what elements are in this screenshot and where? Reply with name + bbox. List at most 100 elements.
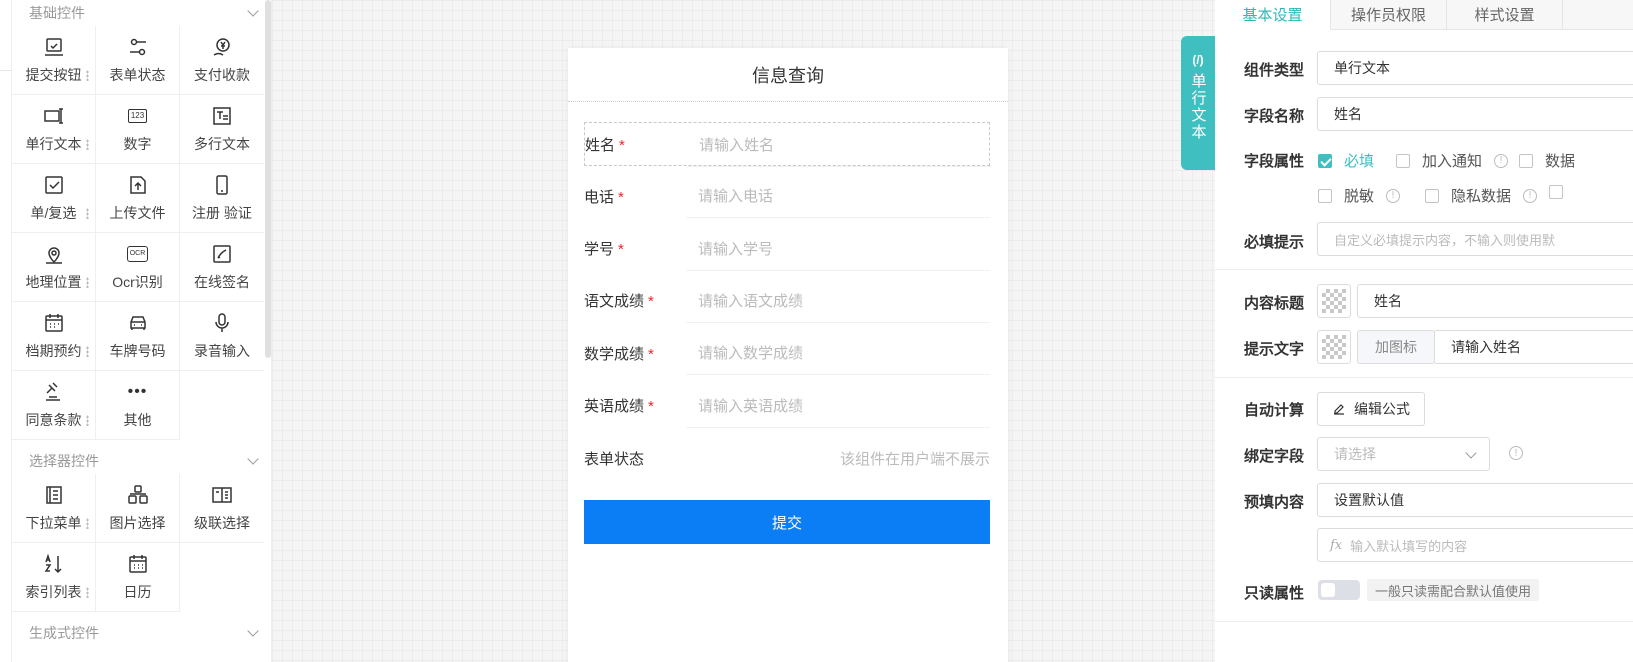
tab-style-settings[interactable]: 样式设置 bbox=[1447, 0, 1563, 29]
palette-item[interactable]: OCR Ocr识别 bbox=[96, 233, 180, 302]
palette-item-label: 录音输入 bbox=[194, 343, 250, 359]
required-hint-input[interactable]: 自定义必填提示内容，不输入则使用默 bbox=[1317, 222, 1633, 256]
section-header-generated[interactable]: 生成式控件 bbox=[12, 620, 271, 646]
data-checkbox[interactable]: 数据 bbox=[1519, 150, 1575, 171]
form-field-input[interactable]: 请输入数学成绩 bbox=[686, 331, 990, 376]
info-icon[interactable]: ! bbox=[1386, 188, 1401, 203]
drag-handle-icon[interactable] bbox=[86, 518, 89, 529]
form-status-row[interactable]: 表单状态 该组件在用户端不展示 bbox=[584, 436, 990, 480]
required-hint-label: 必填提示 bbox=[1244, 234, 1305, 251]
drag-handle-icon[interactable] bbox=[86, 415, 89, 426]
form-field-input[interactable]: 请输入学号 bbox=[686, 227, 990, 271]
add-icon-button[interactable]: 加图标 bbox=[1357, 330, 1435, 364]
form-field-row[interactable]: 数学成绩 * 请输入数学成绩 bbox=[584, 331, 990, 376]
section-header-selector[interactable]: 选择器控件 bbox=[12, 448, 271, 474]
required-mark: * bbox=[618, 241, 624, 259]
title-color-picker[interactable] bbox=[1317, 284, 1351, 318]
option-label: 必填 bbox=[1344, 153, 1375, 170]
private-data-checkbox[interactable]: 隐私数据 ! bbox=[1425, 185, 1538, 206]
palette-item[interactable]: 单/复选 bbox=[12, 164, 96, 233]
tab-operator-permissions[interactable]: 操作员权限 bbox=[1331, 0, 1447, 29]
edit-formula-button[interactable]: 编辑公式 bbox=[1317, 392, 1425, 426]
hint-text-input[interactable]: 请输入姓名 bbox=[1434, 330, 1633, 364]
prefill-select[interactable]: 设置默认值 bbox=[1317, 483, 1633, 517]
submit-button[interactable]: 提交 bbox=[584, 500, 990, 544]
section-header-basic[interactable]: 基础控件 bbox=[12, 0, 271, 26]
design-canvas: 信息查询 姓名 * 请输入姓名 电话 * 请输入电话 学号 * 请输入学号 语文成绩 * 请输入语文成… bbox=[272, 0, 1215, 662]
form-field-input[interactable]: 请输入姓名 bbox=[687, 123, 991, 167]
form-field-row[interactable]: 电话 * 请输入电话 bbox=[584, 174, 990, 219]
component-type-select[interactable]: 单行文本 bbox=[1317, 51, 1633, 85]
prefill-label: 预填内容 bbox=[1244, 494, 1305, 511]
required-mark: * bbox=[618, 188, 624, 206]
palette-item[interactable]: 档期预约 bbox=[12, 302, 96, 371]
drag-handle-icon[interactable] bbox=[86, 70, 89, 81]
drag-handle-icon[interactable] bbox=[86, 139, 89, 150]
form-field-row[interactable]: 学号 * 请输入学号 bbox=[584, 227, 990, 271]
form-field-label: 学号 * bbox=[584, 241, 624, 259]
form-field-input[interactable]: 请输入英语成绩 bbox=[686, 384, 990, 428]
palette-item[interactable]: 级联选择 bbox=[180, 474, 264, 543]
chevron-down-icon bbox=[247, 625, 259, 637]
form-status-hint: 该组件在用户端不展示 bbox=[839, 450, 990, 468]
drag-handle-icon[interactable] bbox=[86, 208, 89, 219]
palette-item[interactable]: 下拉菜单 bbox=[12, 474, 96, 543]
field-name-input[interactable]: 姓名 bbox=[1317, 97, 1633, 131]
notify-checkbox[interactable]: 加入通知 ! bbox=[1396, 150, 1509, 171]
checkbox-icon bbox=[1425, 188, 1439, 203]
palette-item[interactable]: 地理位置 bbox=[12, 233, 96, 302]
button-label: 编辑公式 bbox=[1354, 401, 1410, 417]
form-field-label: 姓名 * bbox=[585, 136, 625, 154]
drag-handle-icon[interactable] bbox=[86, 346, 89, 357]
content-title-input[interactable]: 姓名 bbox=[1357, 284, 1633, 318]
palette-item[interactable]: 在线签名 bbox=[180, 233, 264, 302]
form-field-row[interactable]: 姓名 * 请输入姓名 bbox=[584, 122, 991, 167]
prefill-formula-input[interactable]: fx 输入默认填写的内容 bbox=[1317, 528, 1633, 562]
info-icon[interactable]: ! bbox=[1494, 153, 1509, 168]
component-palette: 基础控件 提交按钮 表单状态 支付收款单行文本 123 数字 多行文本单/复选 上传文件 注册… bbox=[12, 0, 272, 662]
hint-color-picker[interactable] bbox=[1317, 330, 1351, 364]
form-field-input[interactable]: 请输入语文成绩 bbox=[686, 279, 990, 323]
palette-item[interactable]: 单行文本 bbox=[12, 95, 96, 164]
palette-scrollbar[interactable] bbox=[265, 0, 271, 358]
option-label: 加入通知 bbox=[1422, 153, 1483, 170]
palette-item[interactable]: 表单状态 bbox=[96, 26, 180, 95]
drag-handle-icon[interactable] bbox=[86, 587, 89, 598]
form-preview: 信息查询 姓名 * 请输入姓名 电话 * 请输入电话 学号 * 请输入学号 语文成绩 * 请输入语文成… bbox=[568, 48, 1008, 662]
chevron-down-icon bbox=[247, 453, 259, 465]
select-placeholder: 请选择 bbox=[1334, 446, 1376, 462]
palette-item[interactable]: 注册 验证 bbox=[180, 164, 264, 233]
palette-item[interactable]: 日历 bbox=[96, 543, 180, 612]
form-field-row[interactable]: 语文成绩 * 请输入语文成绩 bbox=[584, 279, 990, 323]
required-checkbox[interactable]: 必填 bbox=[1318, 150, 1374, 171]
checkbox-icon bbox=[1519, 153, 1533, 168]
palette-item[interactable]: 录音输入 bbox=[180, 302, 264, 371]
palette-item[interactable]: 同意条款 bbox=[12, 371, 96, 440]
auto-calc-label: 自动计算 bbox=[1244, 402, 1305, 419]
form-field-row[interactable]: 英语成绩 * 请输入英语成绩 bbox=[584, 384, 990, 428]
palette-item[interactable]: ••• 其他 bbox=[96, 371, 180, 440]
palette-item[interactable]: 123 数字 bbox=[96, 95, 180, 164]
divider bbox=[1215, 377, 1633, 378]
palette-item[interactable]: 车牌号码 bbox=[96, 302, 180, 371]
bind-field-select[interactable]: 请选择 bbox=[1317, 437, 1490, 471]
info-icon[interactable]: ! bbox=[1523, 188, 1538, 203]
palette-item[interactable]: 多行文本 bbox=[180, 95, 264, 164]
palette-item[interactable]: 支付收款 bbox=[180, 26, 264, 95]
option-label: 数据 bbox=[1545, 153, 1576, 170]
drag-handle-icon[interactable] bbox=[86, 277, 89, 288]
tab-basic-settings[interactable]: 基本设置 bbox=[1215, 0, 1331, 30]
required-mark: * bbox=[648, 293, 654, 311]
palette-item[interactable]: 上传文件 bbox=[96, 164, 180, 233]
readonly-toggle[interactable] bbox=[1318, 580, 1360, 600]
palette-item[interactable]: 提交按钮 bbox=[12, 26, 96, 95]
palette-item[interactable]: 图片选择 bbox=[96, 474, 180, 543]
selected-component-tab[interactable]: (/) 单行文本 bbox=[1181, 36, 1215, 170]
extra-checkbox[interactable] bbox=[1549, 185, 1563, 199]
palette-item[interactable]: 索引列表 bbox=[12, 543, 96, 612]
transparent-swatch-icon bbox=[1322, 289, 1346, 313]
mask-checkbox[interactable]: 脱敏 ! bbox=[1318, 185, 1401, 206]
toggle-knob bbox=[1321, 583, 1335, 597]
info-icon[interactable]: ! bbox=[1509, 446, 1523, 460]
form-field-input[interactable]: 请输入电话 bbox=[686, 174, 990, 219]
